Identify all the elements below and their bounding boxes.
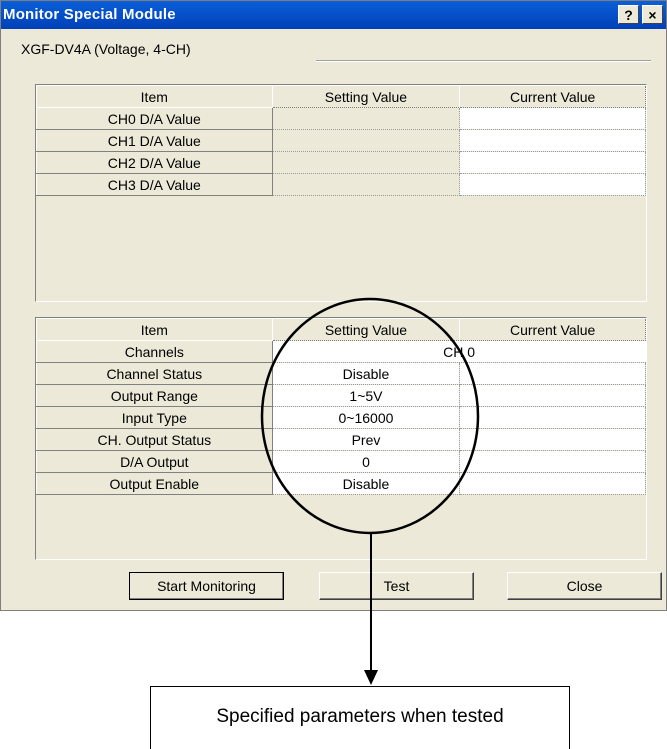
callout-box: Specified parameters when tested — [150, 686, 570, 749]
annotation-overlay — [260, 297, 480, 685]
callout-arrow-head — [364, 670, 378, 685]
callout-text: Specified parameters when tested — [216, 706, 504, 727]
highlight-circle — [260, 297, 480, 535]
